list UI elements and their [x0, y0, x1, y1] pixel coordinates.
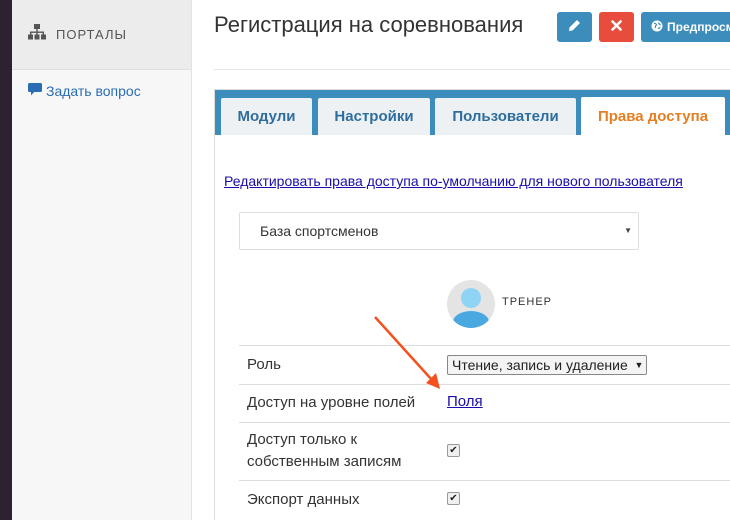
- annotation-arrow-icon: [374, 316, 440, 389]
